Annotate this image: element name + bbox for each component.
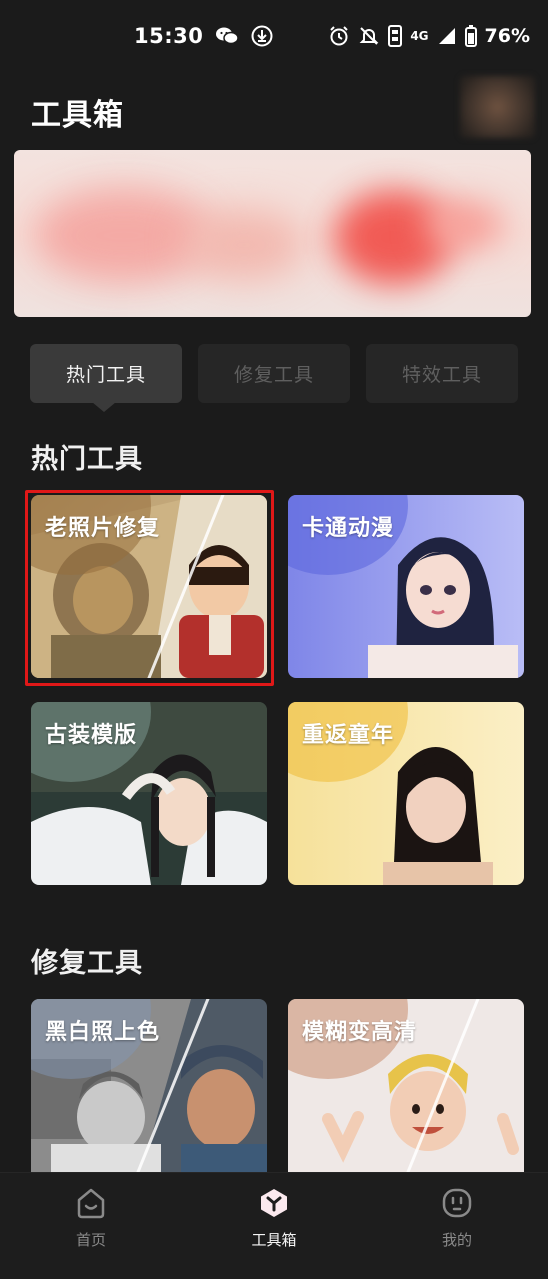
- card-label: 模糊变高清: [302, 1020, 418, 1045]
- page-title: 工具箱: [31, 98, 124, 133]
- card-label: 重返童年: [302, 723, 395, 748]
- battery-icon: [464, 25, 477, 47]
- section-title-hot: 热门工具: [31, 444, 143, 475]
- nav-label-profile: 我的: [441, 1231, 472, 1249]
- tab-effect-tools[interactable]: 特效工具: [366, 344, 518, 403]
- battery-level: 76%: [484, 25, 530, 47]
- nav-label-toolbox: 工具箱: [251, 1231, 297, 1249]
- card-cartoon-anime[interactable]: 卡通动漫: [288, 495, 524, 678]
- mute-icon: [358, 25, 380, 47]
- section-title-repair: 修复工具: [31, 948, 143, 979]
- active-tab-pointer: [92, 402, 116, 412]
- card-label: 古装模版: [45, 723, 138, 748]
- toolbox-cube-icon: [258, 1187, 290, 1223]
- tab-hot-tools[interactable]: 热门工具: [30, 344, 182, 403]
- bottom-nav: 首页 工具箱 我的: [0, 1172, 548, 1279]
- status-time: 15:30: [134, 24, 204, 48]
- promo-banner[interactable]: [14, 150, 531, 317]
- header: 工具箱: [0, 76, 548, 140]
- nav-profile[interactable]: 我的: [402, 1187, 512, 1250]
- card-colorize-bw[interactable]: 黑白照上色: [31, 999, 267, 1172]
- signal-icon: [437, 26, 457, 46]
- status-bar: 15:30 4G 76%: [0, 0, 548, 72]
- card-label: 卡通动漫: [302, 516, 395, 541]
- alarm-icon: [328, 25, 350, 47]
- nav-toolbox[interactable]: 工具箱: [219, 1187, 329, 1250]
- sim-icon: [388, 25, 403, 47]
- nav-home[interactable]: 首页: [36, 1187, 146, 1250]
- card-ancient-costume[interactable]: 古装模版: [31, 702, 267, 885]
- download-icon: [251, 25, 273, 47]
- nav-label-home: 首页: [75, 1231, 106, 1249]
- card-old-photo-restore[interactable]: 老照片修复: [31, 495, 267, 678]
- card-label: 黑白照上色: [45, 1020, 161, 1045]
- avatar[interactable]: [460, 76, 535, 138]
- card-label: 老照片修复: [45, 516, 161, 541]
- wechat-icon: [215, 26, 240, 46]
- home-face-icon: [75, 1187, 107, 1223]
- tool-category-tabs: 热门工具 修复工具 特效工具: [30, 344, 518, 404]
- card-blur-to-hd[interactable]: 模糊变高清: [288, 999, 524, 1172]
- tab-repair-tools[interactable]: 修复工具: [198, 344, 350, 403]
- profile-face-icon: [441, 1187, 473, 1223]
- card-back-to-childhood[interactable]: 重返童年: [288, 702, 524, 885]
- 4g-icon: 4G: [410, 29, 429, 43]
